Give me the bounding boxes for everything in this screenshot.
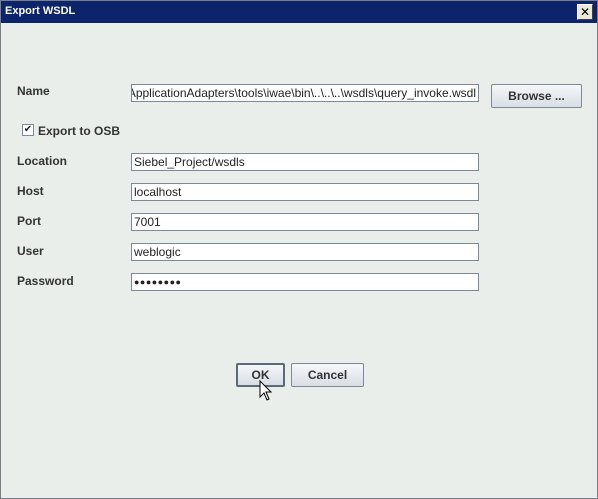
cancel-button[interactable]: Cancel [291, 363, 364, 387]
user-field[interactable]: weblogic [131, 243, 479, 261]
location-label: Location [17, 154, 67, 168]
host-label: Host [17, 184, 44, 198]
user-label: User [17, 244, 44, 258]
dialog-title: Export WSDL [5, 5, 76, 17]
mouse-pointer-icon [259, 380, 273, 401]
browse-button[interactable]: Browse ... [491, 84, 582, 108]
close-button[interactable]: ✕ [577, 4, 593, 20]
title-bar[interactable]: Export WSDL ✕ [1, 1, 597, 23]
port-field[interactable]: 7001 [131, 213, 479, 231]
export-to-osb-label[interactable]: Export to OSB [38, 124, 120, 138]
password-field[interactable]: ●●●●●●●● [131, 273, 479, 291]
location-field[interactable]: Siebel_Project/wsdls [131, 153, 479, 171]
export-to-osb-checkbox[interactable]: ✔ [22, 124, 34, 136]
checkmark-icon: ✔ [23, 124, 33, 135]
port-label: Port [17, 214, 41, 228]
host-field[interactable]: localhost [131, 183, 479, 201]
name-field[interactable]: C:\oracle\Middleware\Oracle_OSB\Applicat… [131, 84, 479, 102]
name-label: Name [17, 84, 50, 98]
name-field-value: C:\oracle\Middleware\Oracle_OSB\Applicat… [132, 86, 476, 100]
export-wsdl-dialog: Export WSDL ✕ Name C:\oracle\Middleware\… [0, 0, 598, 499]
password-label: Password [17, 274, 74, 288]
close-icon: ✕ [579, 5, 591, 19]
